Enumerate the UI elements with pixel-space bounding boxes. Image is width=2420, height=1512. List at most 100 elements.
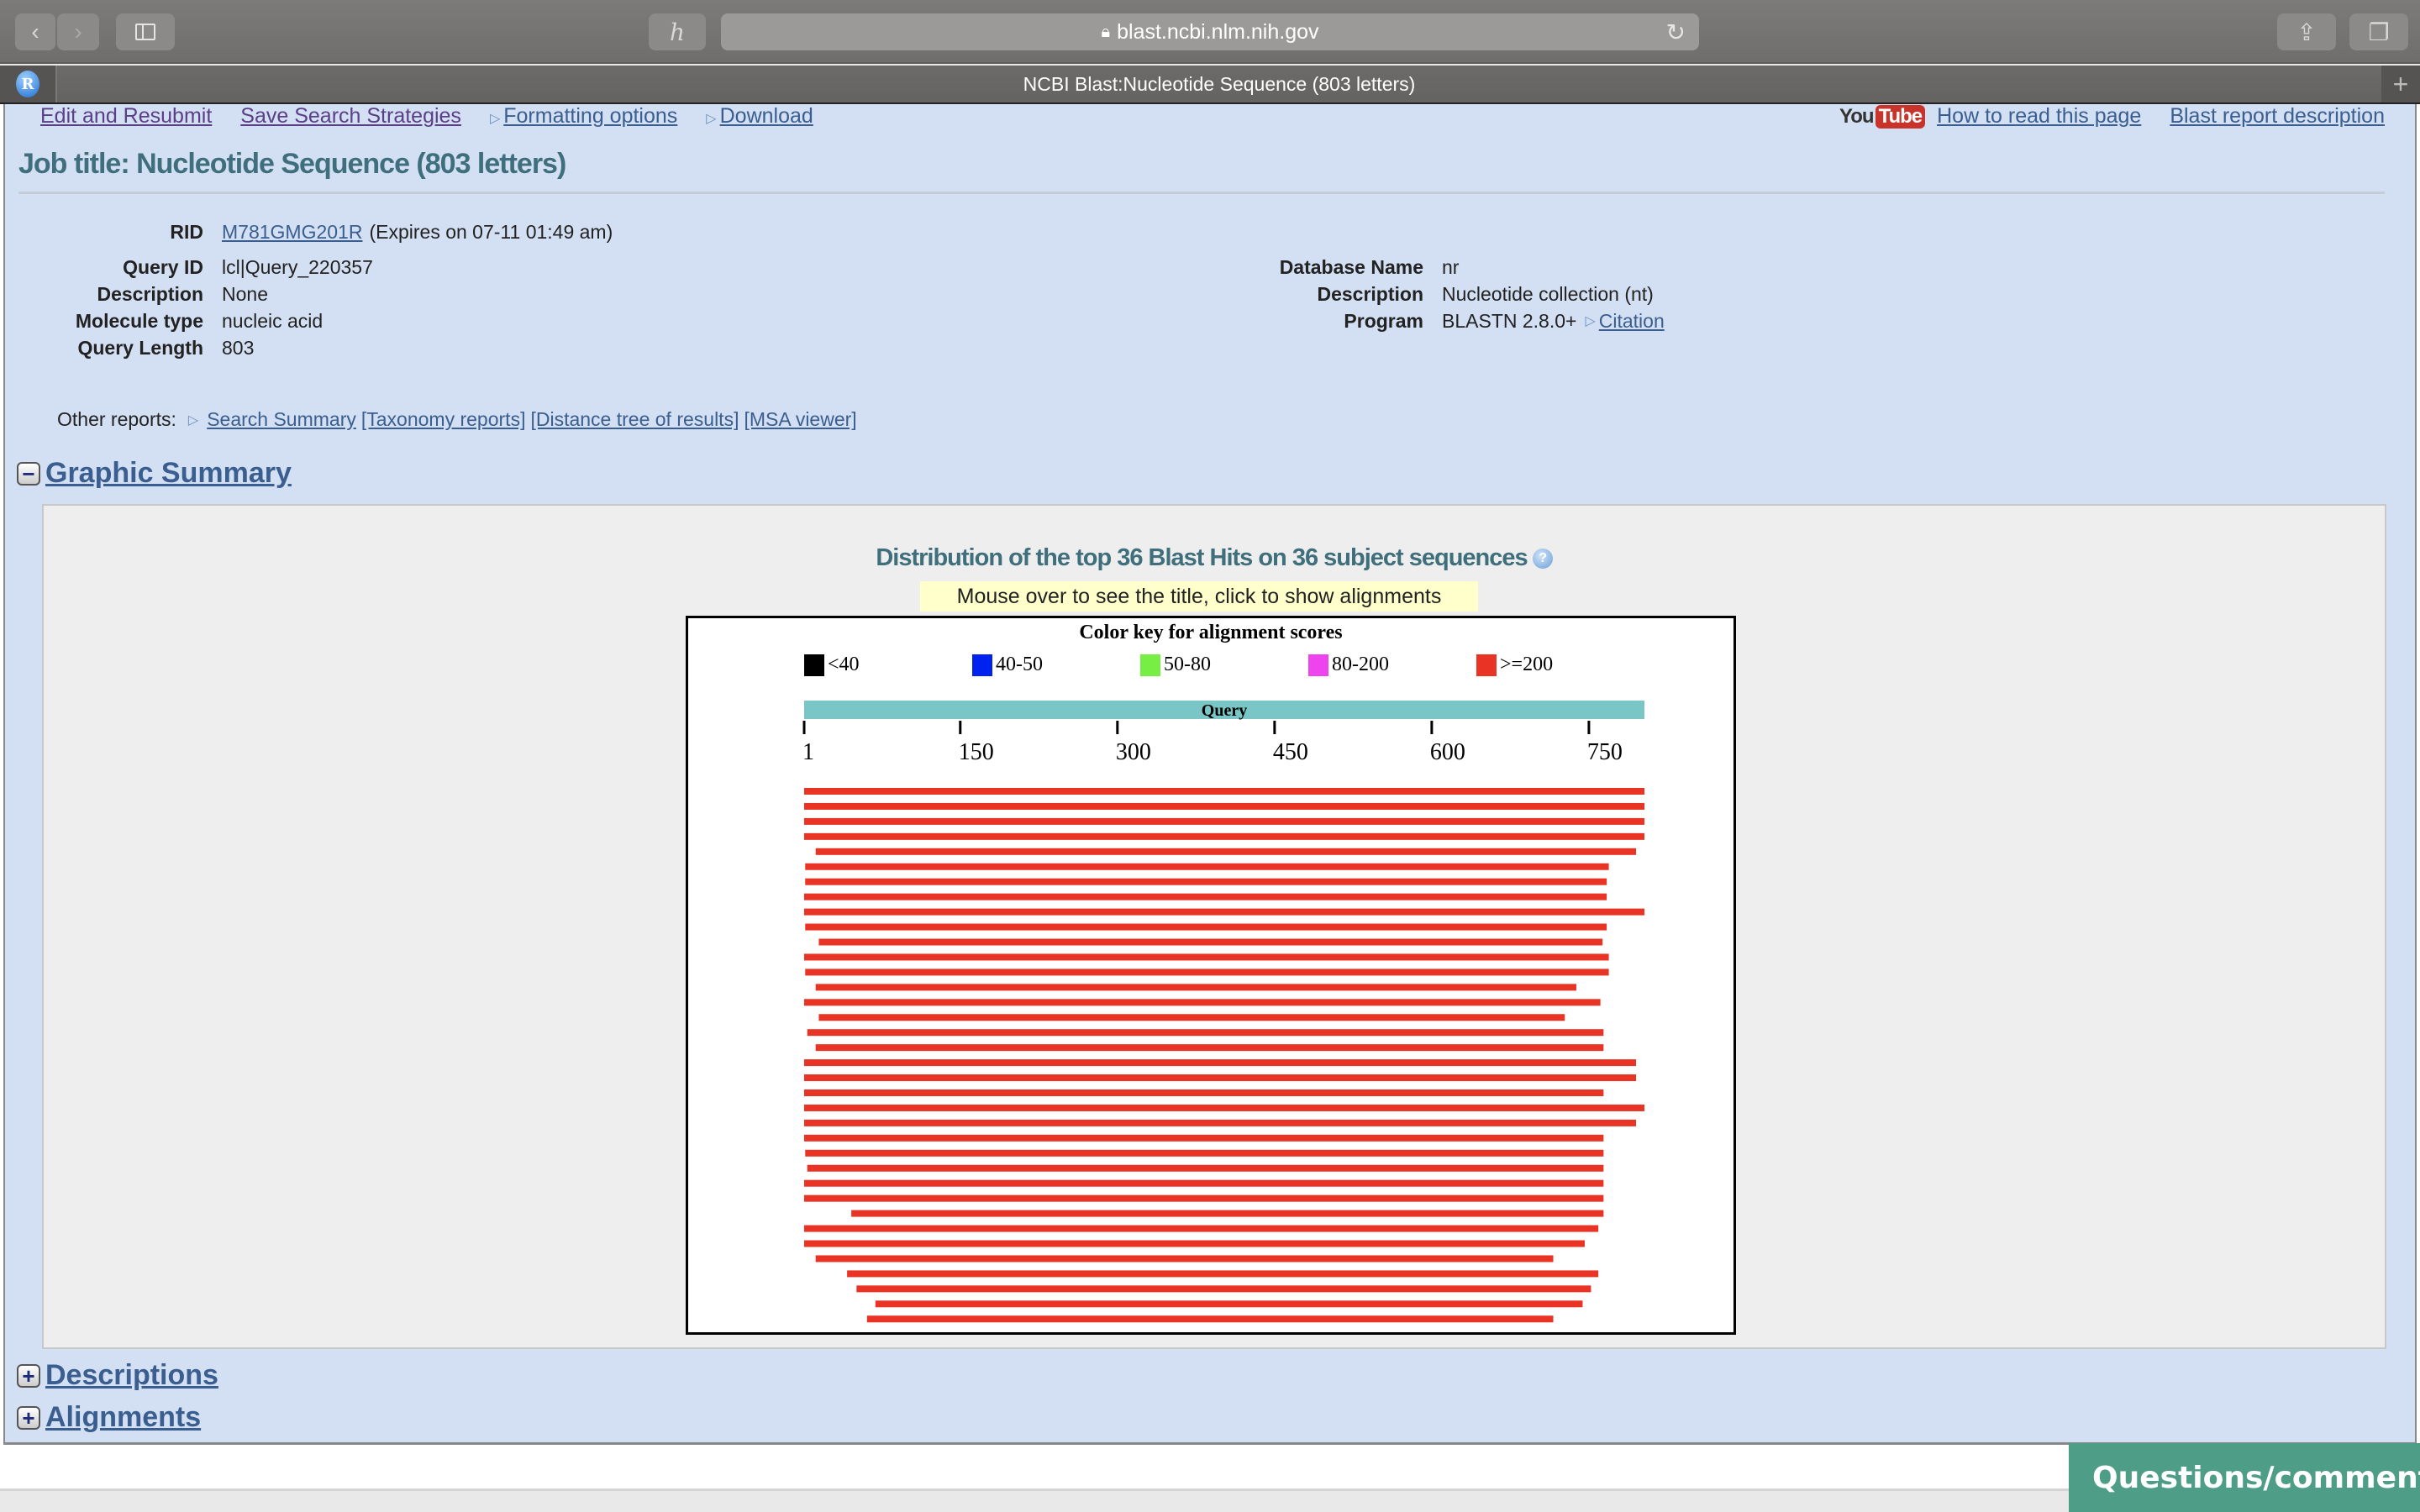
hit-bar[interactable] bbox=[818, 1014, 1565, 1021]
hit-bar[interactable] bbox=[815, 984, 1576, 991]
collapse-icon[interactable]: − bbox=[17, 461, 40, 486]
youtube-logo-icon[interactable]: You Tube bbox=[1839, 104, 1926, 129]
hit-bar[interactable] bbox=[807, 1029, 1604, 1037]
field-label: Query ID bbox=[123, 255, 203, 278]
rid-link[interactable]: M781GMG201R bbox=[222, 221, 362, 244]
questions-comments-button[interactable]: Questions/comments bbox=[2069, 1443, 2420, 1512]
hit-bar[interactable] bbox=[804, 1194, 1604, 1202]
address-bar[interactable]: 🔒︎ blast.ncbi.nlm.nih.gov ↻ bbox=[721, 13, 1699, 50]
expand-icon[interactable]: + bbox=[17, 1363, 40, 1388]
axis-tick-label: 450 bbox=[1273, 739, 1308, 765]
hits-plot: Query 1 150 300 450 600 750 bbox=[802, 701, 1644, 1323]
axis-ticks: 1 150 300 450 600 750 bbox=[802, 721, 1623, 765]
msa-viewer-link[interactable]: [MSA viewer] bbox=[744, 408, 856, 431]
hit-bar[interactable] bbox=[804, 1074, 1637, 1082]
molecule-type-row: Molecule type nucleic acid bbox=[5, 307, 613, 334]
graphic-summary-link[interactable]: Graphic Summary bbox=[45, 457, 292, 490]
hit-bar[interactable] bbox=[805, 863, 1609, 870]
tabs-button[interactable]: ❐ bbox=[2349, 13, 2408, 50]
hit-bars bbox=[804, 788, 1644, 1323]
forward-button[interactable]: › bbox=[57, 13, 99, 50]
hit-bar[interactable] bbox=[804, 999, 1601, 1006]
extension-button[interactable]: ℎ bbox=[649, 13, 706, 50]
hit-bar[interactable] bbox=[804, 893, 1607, 900]
hit-bar[interactable] bbox=[805, 878, 1607, 885]
sidebar-button[interactable] bbox=[116, 13, 175, 50]
hit-bar[interactable] bbox=[804, 817, 1644, 825]
rid-label: RID bbox=[170, 220, 203, 243]
hit-bar[interactable] bbox=[805, 923, 1607, 931]
triangle-right-icon: ▷ bbox=[489, 112, 501, 126]
hit-bar[interactable] bbox=[804, 1225, 1599, 1232]
hit-bar[interactable] bbox=[818, 938, 1603, 946]
hit-bar[interactable] bbox=[804, 953, 1609, 961]
save-search-strategies-link[interactable]: Save Search Strategies bbox=[240, 104, 461, 129]
field-label: Program bbox=[1344, 309, 1423, 332]
hit-bar[interactable] bbox=[815, 1044, 1604, 1052]
alignments-header[interactable]: + Alignments bbox=[17, 1401, 201, 1434]
pinned-tab[interactable]: R bbox=[0, 66, 57, 102]
hit-bar[interactable] bbox=[805, 969, 1609, 976]
hit-bar[interactable] bbox=[804, 908, 1644, 916]
database-name-row: Database Name nr bbox=[1272, 254, 1665, 281]
edit-resubmit-link[interactable]: Edit and Resubmit bbox=[40, 104, 212, 129]
sidebar-icon bbox=[135, 24, 155, 40]
query-summary: RID M781GMG201R (Expires on 07-11 01:49 … bbox=[5, 218, 613, 361]
help-icon[interactable]: ? bbox=[1532, 549, 1553, 570]
triangle-right-icon: ▷ bbox=[706, 112, 717, 126]
back-button[interactable]: ‹ bbox=[15, 13, 55, 50]
formatting-options-toggle[interactable]: ▷ Formatting options bbox=[490, 104, 677, 129]
new-tab-button[interactable]: + bbox=[2381, 66, 2420, 102]
hit-bar[interactable] bbox=[804, 1134, 1604, 1142]
share-button[interactable]: ⇪ bbox=[2277, 13, 2336, 50]
hit-bar[interactable] bbox=[804, 832, 1644, 840]
expand-icon[interactable]: + bbox=[17, 1405, 40, 1430]
report-toolbar-links: Edit and Resubmit Save Search Strategies… bbox=[40, 104, 813, 129]
alignments-link[interactable]: Alignments bbox=[45, 1401, 201, 1434]
field-label: Description bbox=[1317, 282, 1423, 305]
share-icon: ⇪ bbox=[2296, 18, 2317, 45]
citation-link[interactable]: Citation bbox=[1599, 310, 1665, 333]
descriptions-link[interactable]: Descriptions bbox=[45, 1359, 218, 1392]
axis-tick-label: 600 bbox=[1430, 739, 1465, 765]
hit-bar[interactable] bbox=[815, 848, 1637, 855]
hit-bar[interactable] bbox=[815, 1255, 1554, 1263]
hit-bar[interactable] bbox=[847, 1270, 1599, 1278]
hit-bar[interactable] bbox=[804, 802, 1644, 810]
active-tab[interactable]: NCBI Blast:Nucleotide Sequence (803 lett… bbox=[57, 66, 2381, 102]
hit-bar[interactable] bbox=[856, 1285, 1591, 1293]
formatting-options-link[interactable]: Formatting options bbox=[503, 104, 677, 128]
search-summary-link[interactable]: Search Summary bbox=[207, 408, 356, 431]
help-links: You Tube How to read this page Blast repo… bbox=[1839, 104, 2385, 129]
hit-bar[interactable] bbox=[866, 1315, 1554, 1323]
axis-tick-label: 1 bbox=[802, 739, 814, 765]
hit-bar[interactable] bbox=[804, 1104, 1644, 1111]
tab-bar: R NCBI Blast:Nucleotide Sequence (803 le… bbox=[0, 66, 2420, 104]
hit-bar[interactable] bbox=[805, 1149, 1604, 1157]
hit-bar[interactable] bbox=[804, 1240, 1585, 1247]
blast-report-description-link[interactable]: Blast report description bbox=[2170, 104, 2385, 129]
hit-bar[interactable] bbox=[804, 1119, 1637, 1126]
taxonomy-reports-link[interactable]: [Taxonomy reports] bbox=[361, 408, 526, 431]
descriptions-header[interactable]: + Descriptions bbox=[17, 1359, 218, 1392]
field-label: Database Name bbox=[1279, 255, 1423, 278]
hit-bar[interactable] bbox=[851, 1210, 1604, 1217]
distance-tree-link[interactable]: [Distance tree of results] bbox=[530, 408, 739, 431]
hit-bar[interactable] bbox=[875, 1300, 1583, 1308]
hit-bar[interactable] bbox=[804, 1179, 1604, 1187]
hit-bar[interactable] bbox=[804, 1059, 1637, 1067]
how-to-read-link[interactable]: How to read this page bbox=[1937, 104, 2141, 129]
query-id-row: Query ID lcl|Query_220357 bbox=[5, 254, 613, 281]
database-summary: Database Name nr Description Nucleotide … bbox=[1272, 254, 1665, 334]
hit-bar[interactable] bbox=[807, 1164, 1604, 1172]
reload-icon[interactable]: ↻ bbox=[1666, 18, 1686, 46]
hit-bar[interactable] bbox=[804, 1089, 1604, 1096]
query-length-value: 803 bbox=[222, 336, 255, 359]
tabs-icon: ❐ bbox=[2368, 18, 2390, 45]
hit-bar[interactable] bbox=[804, 788, 1644, 795]
graphic-summary-header[interactable]: − Graphic Summary bbox=[17, 457, 292, 490]
browser-toolbar: ‹ › ℎ 🔒︎ blast.ncbi.nlm.nih.gov ↻ ⇪ ❐ bbox=[0, 0, 2420, 64]
program-row: Program BLASTN 2.8.0+ ▷ Citation bbox=[1272, 307, 1665, 334]
download-link[interactable]: Download bbox=[720, 104, 813, 128]
download-toggle[interactable]: ▷ Download bbox=[706, 104, 813, 129]
